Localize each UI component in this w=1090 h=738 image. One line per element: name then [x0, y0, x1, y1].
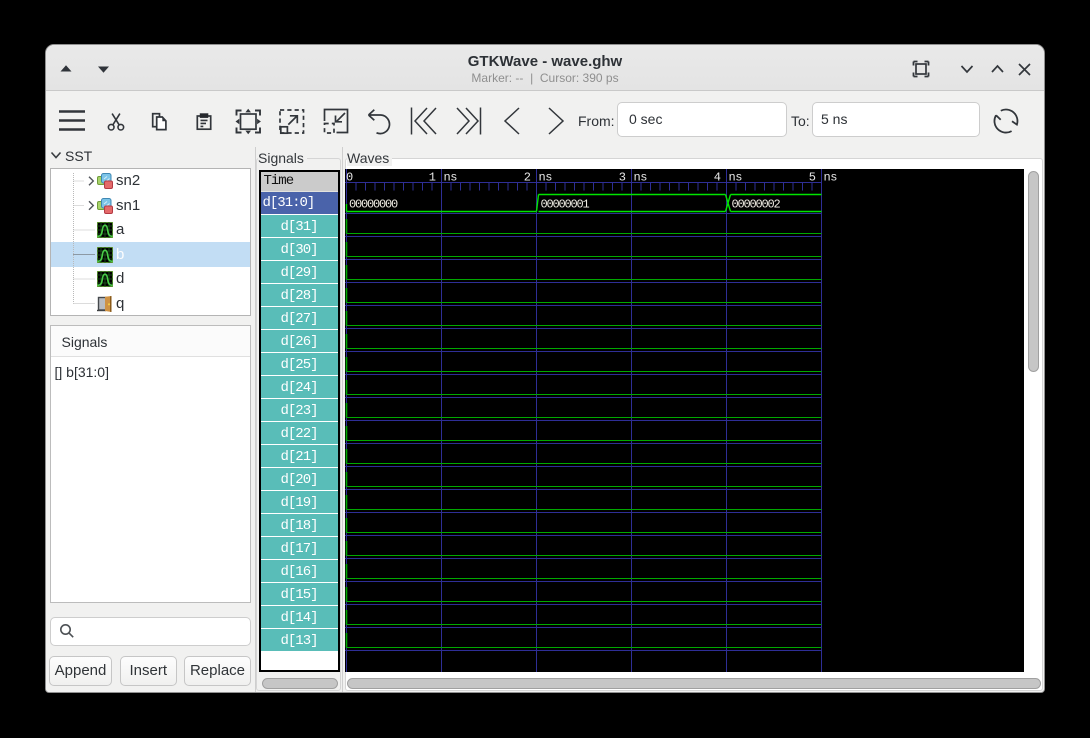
svg-text:2: 2	[524, 171, 531, 185]
svg-text:4: 4	[714, 171, 721, 185]
svg-text:ns: ns	[729, 171, 743, 185]
svg-text:ns: ns	[539, 171, 553, 185]
svg-text:ns: ns	[634, 171, 648, 185]
svg-text:00000002: 00000002	[732, 198, 781, 212]
svg-text:1: 1	[429, 171, 436, 185]
svg-text:0: 0	[346, 171, 353, 185]
svg-text:00000001: 00000001	[541, 198, 590, 212]
svg-text:00000000: 00000000	[349, 198, 398, 212]
svg-text:ns: ns	[444, 171, 458, 185]
svg-text:3: 3	[619, 171, 626, 185]
svg-text:5: 5	[809, 171, 816, 185]
svg-text:ns: ns	[824, 171, 838, 185]
